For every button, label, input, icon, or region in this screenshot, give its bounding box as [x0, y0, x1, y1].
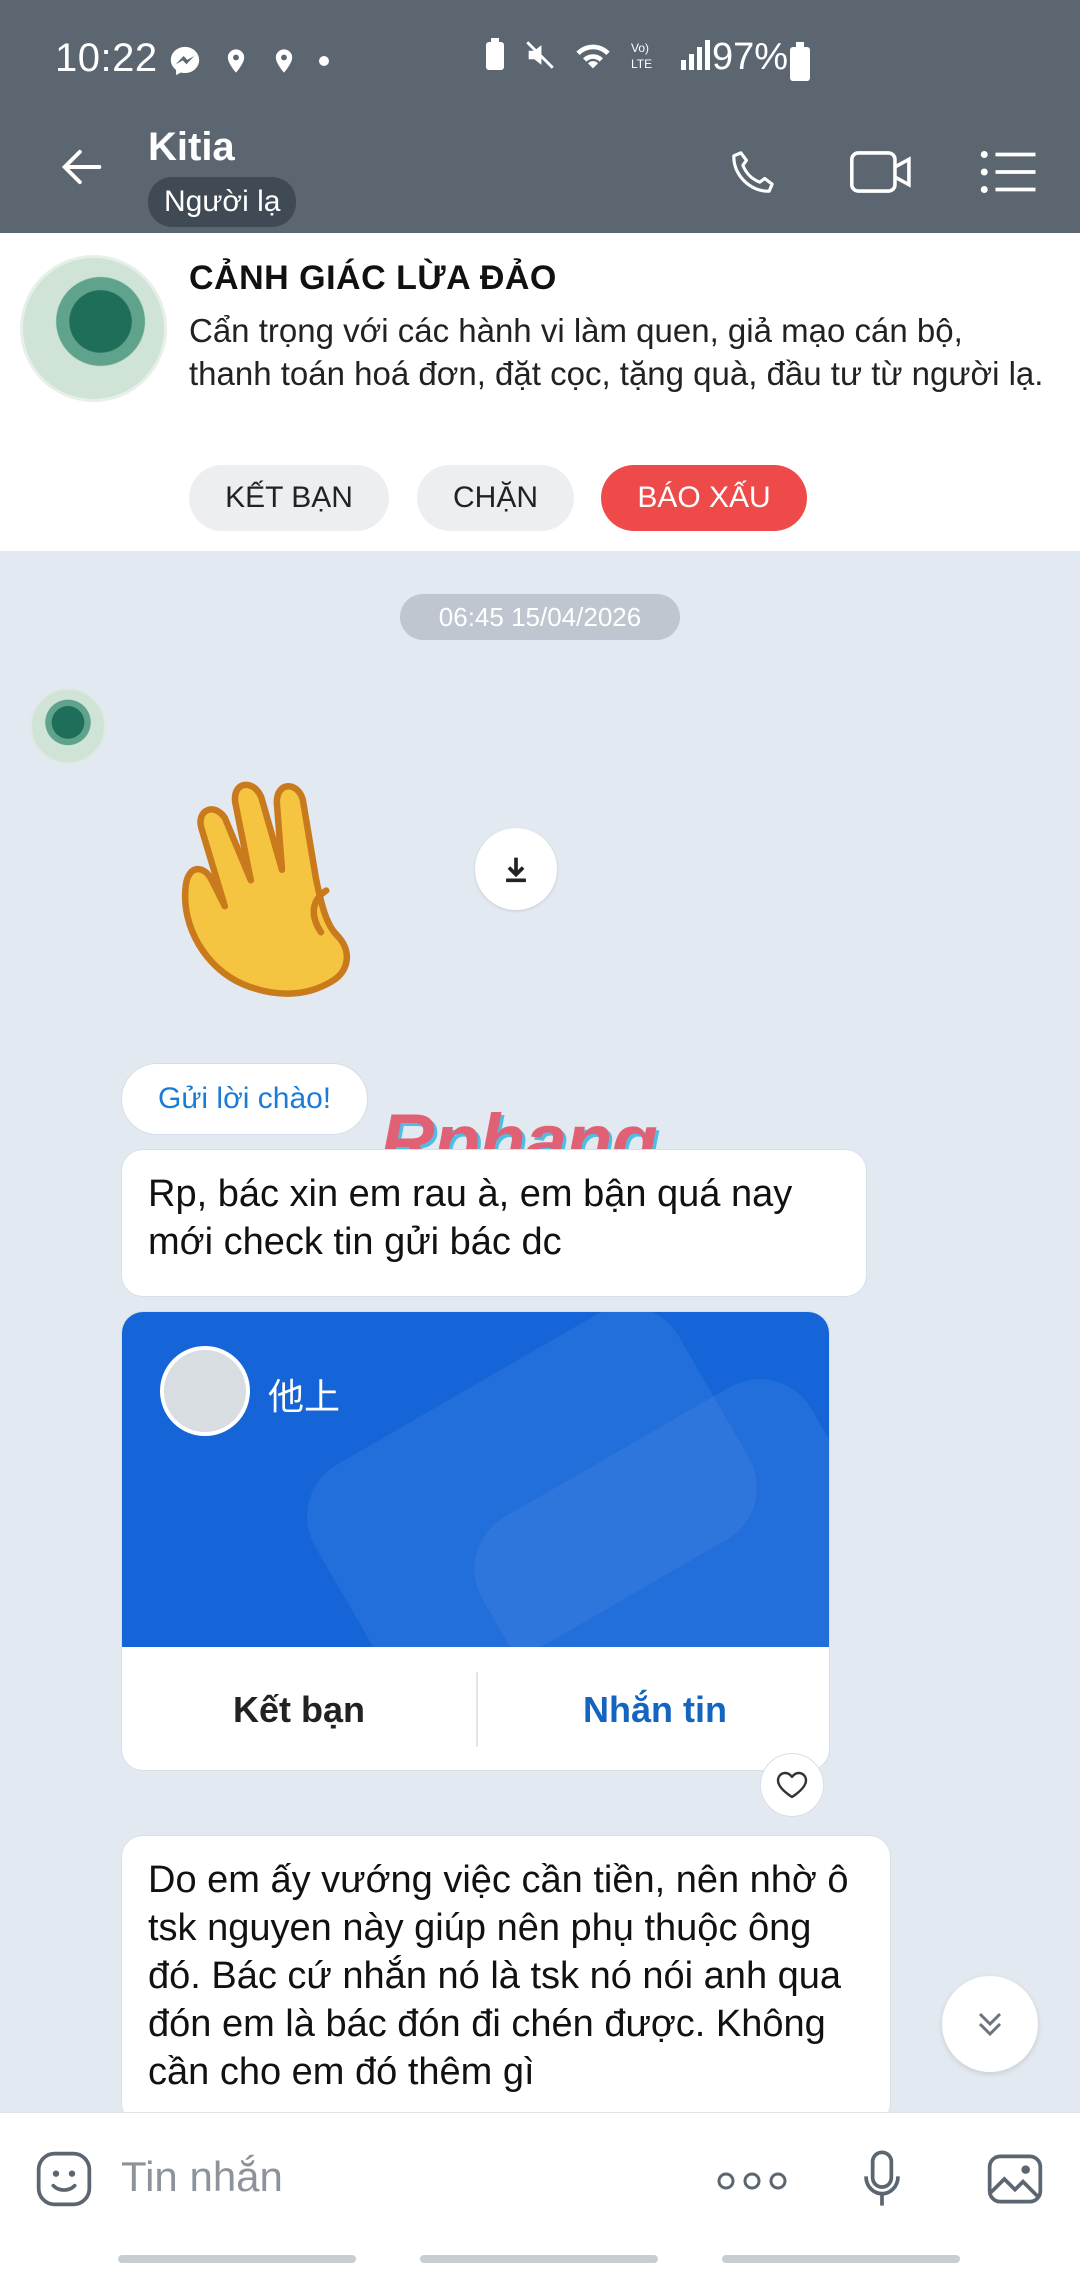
- react-heart-button[interactable]: [760, 1753, 824, 1817]
- contact-card[interactable]: 他上 Kết bạn Nhắn tin: [121, 1311, 830, 1771]
- location-icon-2: [275, 49, 293, 73]
- message-composer: Tin nhắn: [0, 2112, 1080, 2280]
- messenger-icon: [170, 46, 200, 76]
- scam-warning-panel: CẢNH GIÁC LỪA ĐẢO Cẩn trọng với các hành…: [0, 233, 1080, 551]
- report-button[interactable]: BÁO XẤU: [601, 465, 807, 531]
- card-add-friend-button[interactable]: Kết bạn: [122, 1647, 476, 1770]
- double-chevron-down-icon: [978, 2012, 1002, 2037]
- battery-saver-icon: [486, 38, 504, 70]
- phone-call-icon[interactable]: [723, 145, 783, 199]
- message-input[interactable]: Tin nhắn: [121, 2153, 283, 2201]
- heart-icon: [776, 1771, 808, 1799]
- image-gallery-icon[interactable]: [983, 2147, 1047, 2211]
- status-time: 10:22: [55, 36, 158, 80]
- download-icon: [506, 857, 526, 883]
- signal-icon: [681, 40, 710, 70]
- add-friend-button[interactable]: KẾT BẠN: [189, 465, 389, 531]
- warning-title: CẢNH GIÁC LỪA ĐẢO: [189, 259, 557, 297]
- status-bar: 10:22 Vo) LTE 97%: [0, 0, 1080, 105]
- video-call-icon[interactable]: [848, 145, 914, 199]
- nav-bar-segment-1: [118, 2255, 356, 2263]
- svg-text:Vo): Vo): [631, 41, 649, 55]
- chat-header: Kitia Người lạ: [0, 105, 1080, 233]
- stranger-badge: Người lạ: [148, 177, 297, 227]
- svg-text:LTE: LTE: [631, 57, 652, 71]
- send-greeting-button[interactable]: Gửi lời chào!: [121, 1063, 369, 1135]
- download-button[interactable]: [475, 828, 557, 910]
- scroll-to-bottom-button[interactable]: [942, 1976, 1038, 2072]
- dot-icon: [319, 56, 329, 66]
- battery-icon: [790, 42, 810, 81]
- more-options-icon[interactable]: [716, 2169, 788, 2193]
- block-button[interactable]: CHẶN: [417, 465, 574, 531]
- warning-text: Cẩn trọng với các hành vi làm quen, giả …: [189, 312, 1044, 392]
- sender-avatar[interactable]: [30, 688, 106, 764]
- contact-name[interactable]: Kitia: [148, 125, 235, 170]
- menu-list-icon[interactable]: [978, 145, 1038, 199]
- nav-bar-segment-3: [722, 2255, 960, 2263]
- sticker-icon[interactable]: [32, 2147, 96, 2211]
- wifi-icon: [576, 44, 610, 69]
- nav-bar-segment-2: [420, 2255, 658, 2263]
- card-message-button[interactable]: Nhắn tin: [478, 1647, 829, 1770]
- contact-avatar[interactable]: [20, 255, 167, 402]
- card-contact-name: 他上: [268, 1376, 341, 1417]
- waving-hand-sticker[interactable]: [165, 745, 425, 1005]
- mute-icon: [526, 41, 554, 69]
- message-bubble-2[interactable]: Do em ấy vướng việc cần tiền, nên nhờ ô …: [121, 1835, 891, 2125]
- message-bubble[interactable]: Rp, bác xin em rau à, em bận quá nay mới…: [121, 1149, 867, 1297]
- card-contact-avatar: [160, 1346, 250, 1436]
- system-icons: Vo) LTE: [483, 38, 711, 72]
- volte-icon: Vo) LTE: [631, 41, 652, 71]
- battery-percent: 97%: [712, 36, 789, 78]
- notification-icons: [168, 44, 330, 78]
- microphone-icon[interactable]: [860, 2147, 904, 2211]
- contact-card-banner: 他上: [122, 1312, 829, 1647]
- location-icon: [227, 49, 245, 73]
- message-timestamp: 06:45 15/04/2026: [400, 594, 680, 640]
- back-arrow-icon[interactable]: [56, 141, 108, 193]
